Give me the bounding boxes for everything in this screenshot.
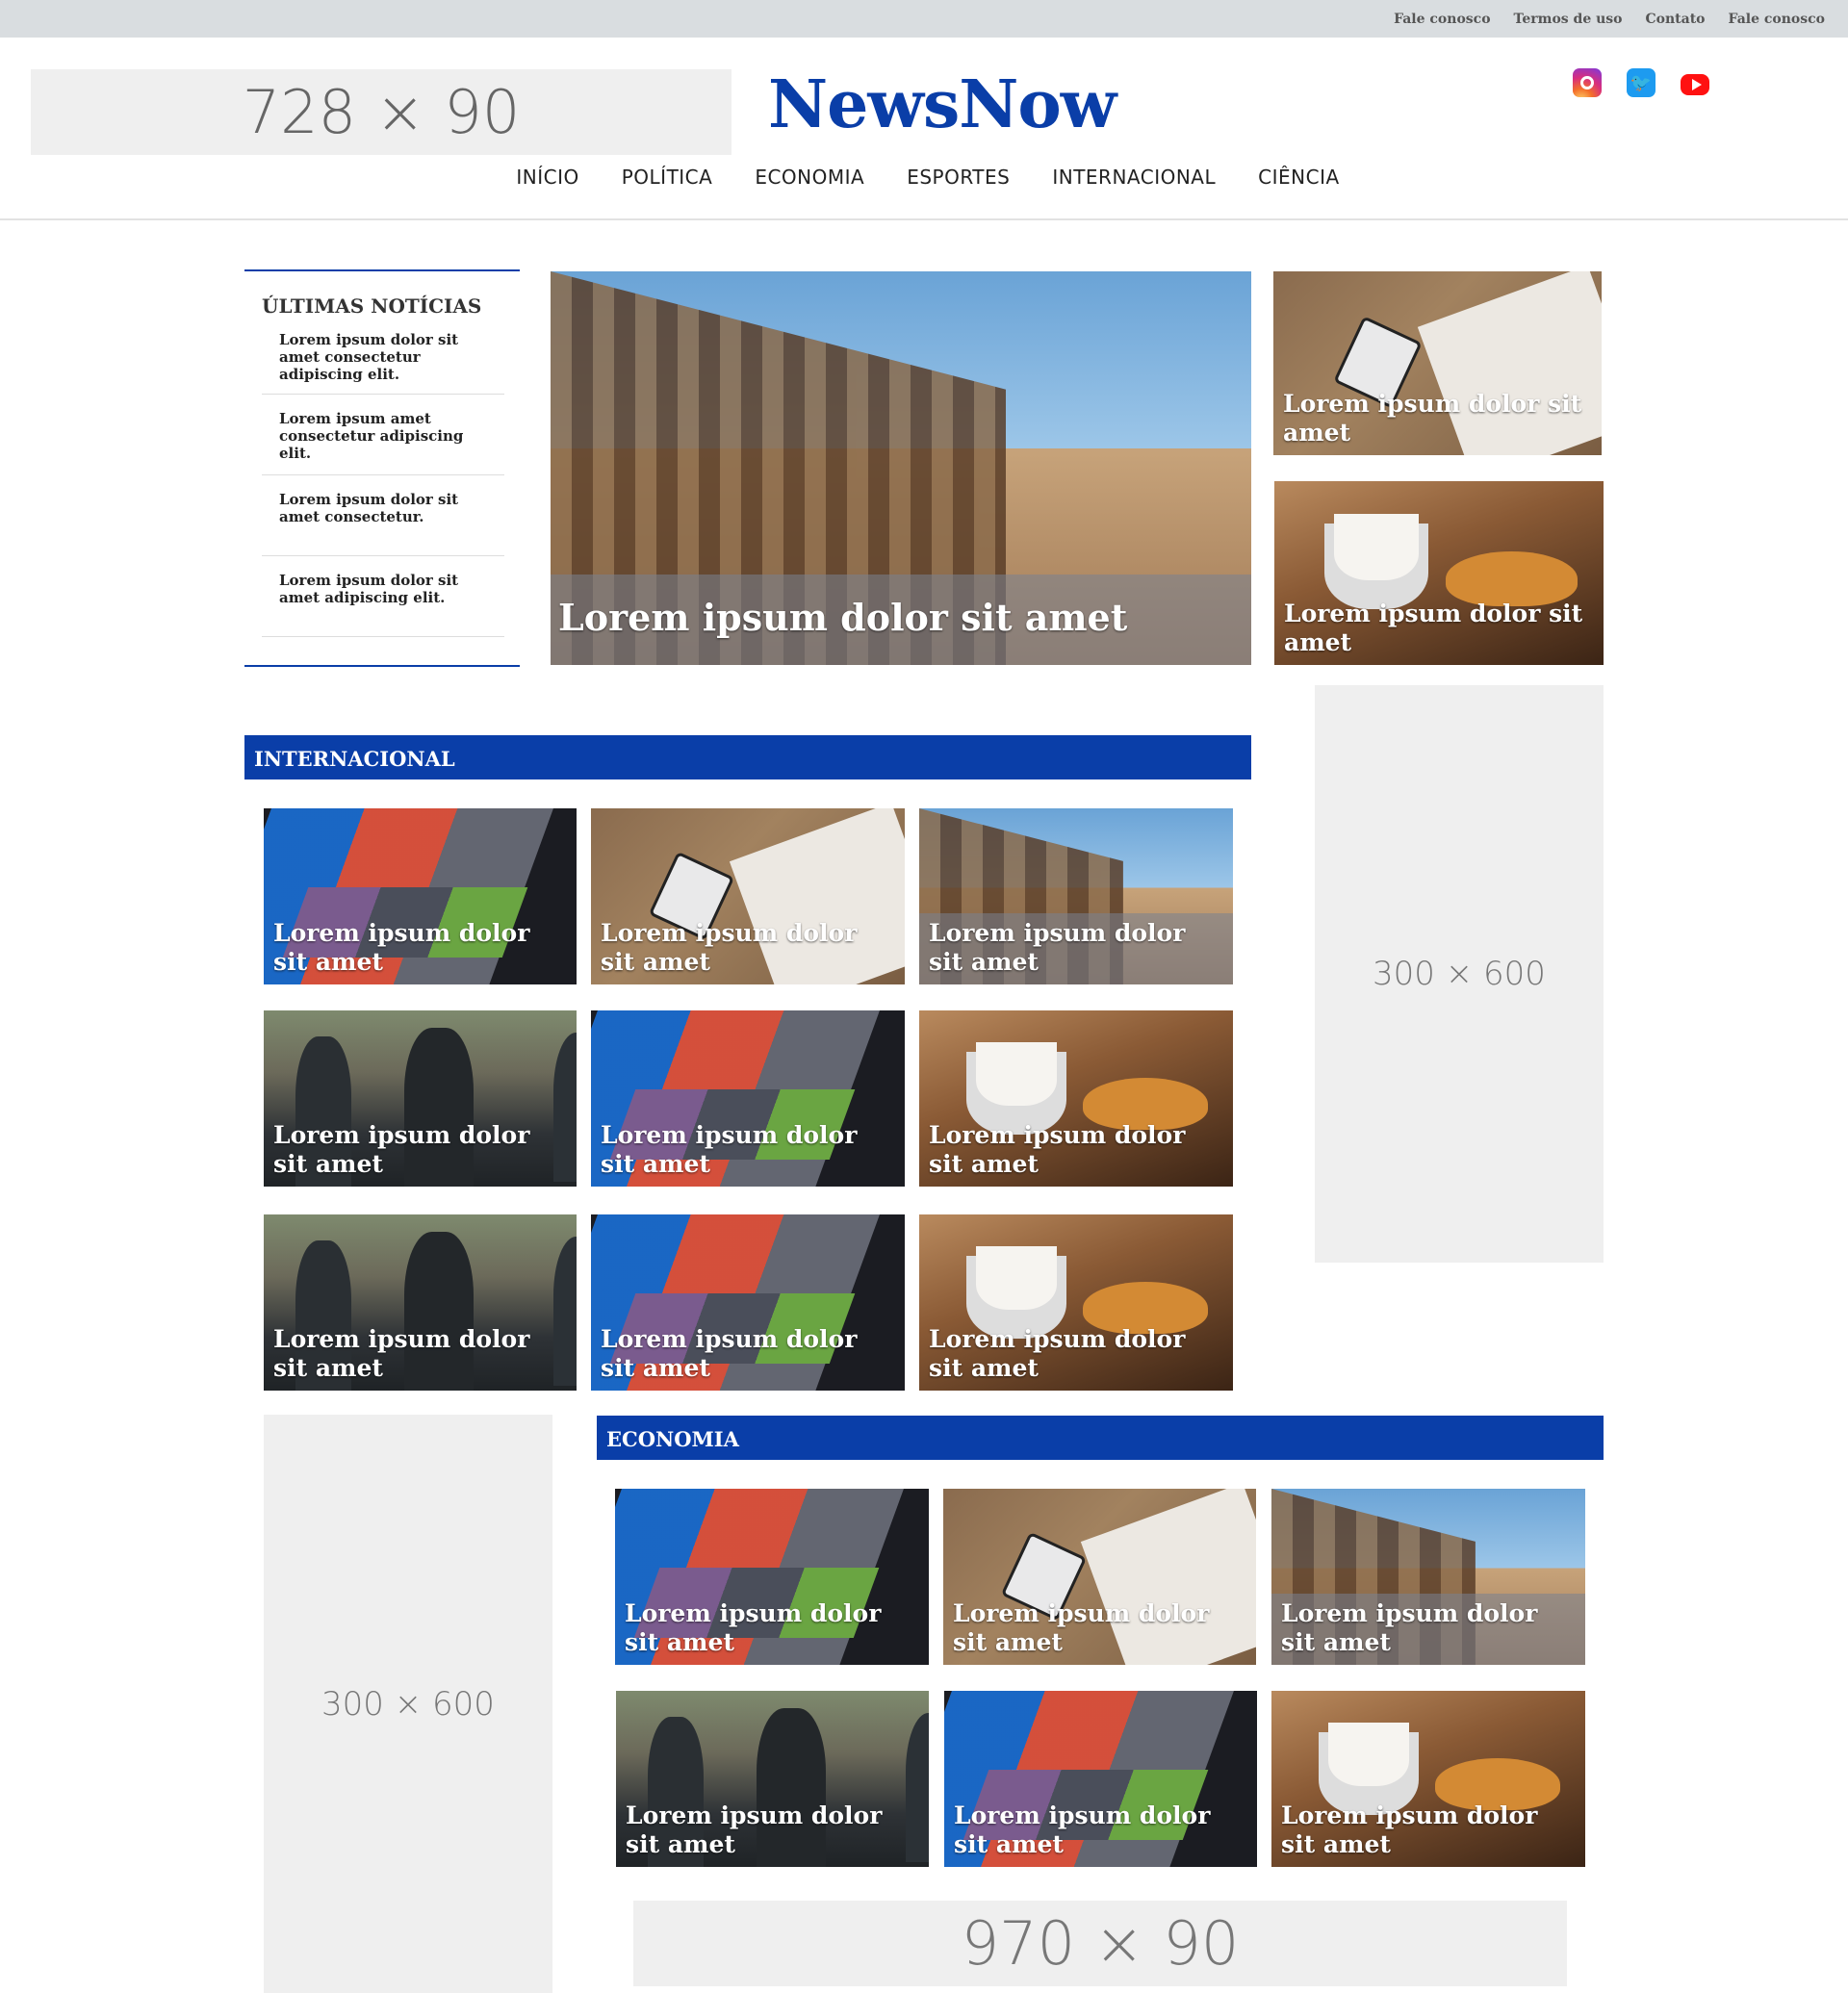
article-card[interactable]: Lorem ipsum dolor sit amet: [264, 808, 577, 984]
article-title: Lorem ipsum dolor sit amet: [601, 1325, 858, 1382]
article-title: Lorem ipsum dolor sit amet: [273, 919, 530, 976]
section-header-internacional[interactable]: INTERNACIONAL: [244, 735, 1251, 779]
nav-ciencia[interactable]: CIÊNCIA: [1258, 166, 1340, 189]
latest-news: ÚLTIMAS NOTÍCIAS Lorem ipsum dolor sit a…: [244, 269, 520, 667]
article-card[interactable]: Lorem ipsum dolor sit amet: [264, 1010, 577, 1187]
article-card[interactable]: Lorem ipsum dolor sit amet: [615, 1489, 929, 1665]
article-title: Lorem ipsum dolor sit amet: [273, 1121, 530, 1178]
article-title: Lorem ipsum dolor sit amet: [601, 919, 858, 976]
latest-news-item[interactable]: Lorem ipsum dolor sit amet consectetur a…: [262, 327, 504, 395]
article-title: Lorem ipsum dolor sit amet: [1271, 1594, 1585, 1665]
article-card[interactable]: Lorem ipsum dolor sit amet: [944, 1691, 1257, 1867]
link-contato[interactable]: Contato: [1646, 12, 1706, 27]
featured-article[interactable]: Lorem ipsum dolor sit amet: [551, 271, 1251, 665]
article-title: Lorem ipsum dolor sit amet: [273, 1325, 530, 1382]
article-card[interactable]: Lorem ipsum dolor sit amet: [943, 1489, 1256, 1665]
article-card[interactable]: Lorem ipsum dolor sit amet: [1271, 1489, 1585, 1665]
latest-news-item[interactable]: Lorem ipsum dolor sit amet consectetur.: [262, 475, 504, 556]
latest-news-title: ÚLTIMAS NOTÍCIAS: [262, 294, 482, 318]
article-title: Lorem ipsum dolor sit amet: [1284, 600, 1583, 656]
article-title: Lorem ipsum dolor sit amet: [1283, 390, 1582, 447]
latest-news-item[interactable]: Lorem ipsum dolor sit amet adipiscing el…: [262, 556, 504, 637]
article-card[interactable]: Lorem ipsum dolor sit amet: [919, 808, 1233, 984]
article-card[interactable]: Lorem ipsum dolor sit amet: [919, 1010, 1233, 1187]
article-card[interactable]: Lorem ipsum dolor sit amet: [591, 1214, 905, 1391]
ad-skyscraper-300x600[interactable]: 300 × 600: [264, 1415, 552, 1993]
nav-politica[interactable]: POLÍTICA: [622, 166, 713, 189]
article-card[interactable]: Lorem ipsum dolor sit amet: [264, 1214, 577, 1391]
section-header-economia[interactable]: ECONOMIA: [597, 1416, 1604, 1460]
article-title: Lorem ipsum dolor sit amet: [601, 1121, 858, 1178]
latest-news-item[interactable]: Lorem ipsum amet consectetur adipiscing …: [262, 395, 504, 475]
article-title: Lorem ipsum dolor sit amet: [953, 1599, 1210, 1656]
latest-news-list: Lorem ipsum dolor sit amet consectetur a…: [262, 327, 504, 637]
ad-leaderboard-970x90[interactable]: 970 × 90: [633, 1901, 1567, 1986]
article-title: Lorem ipsum dolor sit amet: [625, 1599, 882, 1656]
ad-banner-728[interactable]: 728 × 90: [31, 69, 732, 155]
site-header: 728 × 90 NewsNow 🐦 INÍCIO POLÍTICA ECONO…: [0, 38, 1848, 220]
social-links: 🐦: [1573, 68, 1709, 97]
article-card[interactable]: Lorem ipsum dolor sit amet: [919, 1214, 1233, 1391]
featured-title: Lorem ipsum dolor sit amet: [551, 575, 1251, 665]
ad-skyscraper-300x600[interactable]: 300 × 600: [1315, 685, 1604, 1263]
article-card[interactable]: Lorem ipsum dolor sit amet: [1271, 1691, 1585, 1867]
link-fale-conosco[interactable]: Fale conosco: [1394, 12, 1490, 27]
article-title: Lorem ipsum dolor sit amet: [919, 913, 1233, 984]
utility-links: Fale conosco Termos de uso Contato Fale …: [1394, 0, 1825, 38]
site-logo[interactable]: NewsNow: [768, 66, 1116, 143]
article-card[interactable]: Lorem ipsum dolor sit amet: [591, 808, 905, 984]
article-title: Lorem ipsum dolor sit amet: [929, 1121, 1186, 1178]
article-title: Lorem ipsum dolor sit amet: [1281, 1801, 1538, 1858]
side-article[interactable]: Lorem ipsum dolor sit amet: [1274, 481, 1604, 665]
article-title: Lorem ipsum dolor sit amet: [954, 1801, 1211, 1858]
instagram-icon[interactable]: [1573, 68, 1602, 97]
top-utility-bar: Fale conosco Termos de uso Contato Fale …: [0, 0, 1848, 38]
nav-internacional[interactable]: INTERNACIONAL: [1052, 166, 1216, 189]
link-termos-de-uso[interactable]: Termos de uso: [1514, 12, 1623, 27]
nav-economia[interactable]: ECONOMIA: [755, 166, 864, 189]
article-card[interactable]: Lorem ipsum dolor sit amet: [591, 1010, 905, 1187]
article-card[interactable]: Lorem ipsum dolor sit amet: [616, 1691, 929, 1867]
article-title: Lorem ipsum dolor sit amet: [626, 1801, 883, 1858]
twitter-icon[interactable]: 🐦: [1627, 68, 1656, 97]
nav-esportes[interactable]: ESPORTES: [907, 166, 1010, 189]
main-nav: INÍCIO POLÍTICA ECONOMIA ESPORTES INTERN…: [0, 166, 1848, 189]
article-title: Lorem ipsum dolor sit amet: [929, 1325, 1186, 1382]
link-fale-conosco-2[interactable]: Fale conosco: [1729, 12, 1825, 27]
nav-inicio[interactable]: INÍCIO: [516, 166, 578, 189]
side-article[interactable]: Lorem ipsum dolor sit amet: [1273, 271, 1602, 455]
youtube-icon[interactable]: [1681, 74, 1709, 95]
